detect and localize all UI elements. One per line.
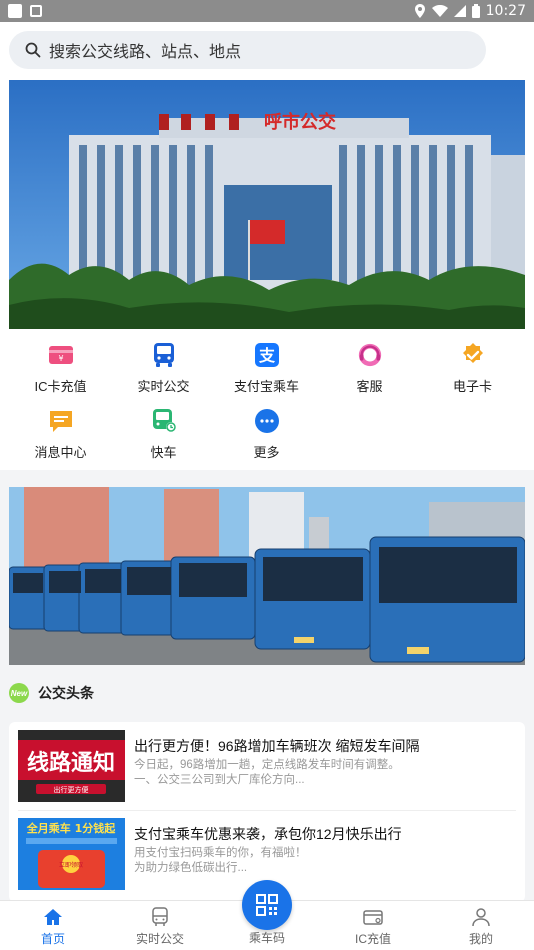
notification-icon	[8, 4, 22, 18]
tab-label: IC充值	[354, 932, 391, 946]
bus-icon	[151, 342, 177, 368]
divider	[18, 810, 516, 811]
thumbnail-subtitle: 出行更方便	[54, 785, 89, 794]
news-summary: 今日起，96路增加一趟，定点线路发车时间有调整。 一、公交三公司到大厂库伦方向.…	[134, 759, 400, 786]
qr-code-icon	[256, 894, 278, 916]
menu-label: 更多	[253, 445, 280, 460]
news-section-title: 公交头条	[38, 685, 94, 701]
news-title: 支付宝乘车优惠来袭，承包你12月快乐出行	[134, 826, 402, 842]
more-icon	[254, 408, 280, 434]
menu-realtime-bus[interactable]: 实时公交	[112, 342, 215, 395]
news-thumbnail: 全月乘车 1分钱起 立即领取	[18, 818, 125, 890]
bus-icon	[152, 907, 168, 926]
card-icon	[363, 910, 383, 925]
user-icon	[472, 908, 490, 927]
thumbnail-subtitle: 立即领取	[59, 861, 83, 869]
tab-label: 我的	[468, 932, 493, 946]
tab-realtime-bus[interactable]: 实时公交	[120, 907, 200, 947]
bus-company-building-image: 呼市公交	[9, 80, 525, 329]
hero-banner[interactable]: 呼市公交	[9, 80, 525, 329]
clock: 10:27	[485, 3, 526, 19]
download-icon	[30, 5, 42, 17]
tab-home[interactable]: 首页	[13, 907, 93, 947]
location-icon	[414, 4, 425, 18]
news-section-header: New 公交头条	[9, 683, 94, 703]
tab-mine[interactable]: 我的	[441, 907, 521, 947]
headset-icon	[357, 342, 383, 368]
ride-code-label: 乘车码	[248, 931, 285, 945]
svg-text:支: 支	[257, 346, 275, 365]
alipay-icon: 支	[254, 342, 280, 368]
news-thumbnail: 线路通知 出行更方便	[18, 730, 125, 802]
express-bus-icon	[151, 408, 177, 434]
battery-icon	[471, 4, 480, 18]
card-icon: ¥	[48, 342, 74, 368]
news-list: 线路通知 出行更方便 出行更方便！96路增加车辆班次 缩短发车间隔 今日起，96…	[9, 722, 525, 902]
menu-label: 实时公交	[137, 379, 190, 394]
menu-label: IC卡充值	[34, 379, 87, 394]
menu-label: 支付宝乘车	[233, 379, 299, 394]
signal-icon	[453, 5, 466, 17]
menu-label: 快车	[150, 445, 177, 460]
menu-express-bus[interactable]: 快车	[112, 408, 215, 461]
tab-label: 首页	[40, 932, 65, 946]
menu-ic-recharge[interactable]: ¥ IC卡充值	[9, 342, 112, 395]
svg-text:¥: ¥	[58, 354, 63, 363]
menu-customer-service[interactable]: 客服	[318, 342, 421, 395]
ride-code-button[interactable]	[242, 880, 292, 930]
menu-message-center[interactable]: 消息中心	[9, 408, 112, 461]
menu-more[interactable]: 更多	[215, 408, 318, 461]
menu-label: 客服	[356, 379, 383, 394]
thumbnail-title: 全月乘车 1分钱起	[26, 821, 116, 835]
message-icon	[48, 408, 74, 434]
search-icon	[25, 42, 41, 58]
menu-label: 电子卡	[452, 379, 492, 394]
search-bar[interactable]: 搜索公交线路、站点、地点	[9, 31, 486, 69]
svg-text:呼市公交: 呼市公交	[264, 111, 336, 132]
tab-ic-recharge[interactable]: IC充值	[333, 907, 413, 947]
news-item[interactable]: 线路通知 出行更方便 出行更方便！96路增加车辆班次 缩短发车间隔 今日起，96…	[18, 730, 516, 818]
new-badge-icon: New	[9, 683, 29, 703]
verified-icon	[460, 342, 486, 368]
wifi-icon	[431, 5, 448, 17]
menu-label: 消息中心	[34, 445, 87, 460]
menu-alipay-ride[interactable]: 支 支付宝乘车	[215, 342, 318, 395]
thumbnail-title: 线路通知	[27, 750, 115, 776]
menu-e-card[interactable]: 电子卡	[421, 342, 524, 395]
tab-label: 实时公交	[135, 932, 184, 946]
news-title: 出行更方便！96路增加车辆班次 缩短发车间隔	[134, 738, 420, 754]
promo-banner[interactable]	[9, 487, 525, 665]
news-summary: 用支付宝扫码乘车的你，有福啦！ 为助力绿色低碳出行...	[134, 847, 307, 874]
home-icon	[44, 909, 62, 925]
status-bar: 10:27	[0, 0, 534, 22]
search-placeholder: 搜索公交线路、站点、地点	[49, 44, 242, 61]
bus-fleet-image	[9, 487, 525, 665]
